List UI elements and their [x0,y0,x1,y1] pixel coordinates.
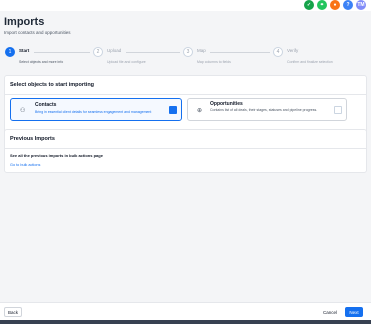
page-title: Imports [4,16,45,28]
check-icon[interactable]: ✓ [304,0,314,10]
step-title: Upload [107,48,122,53]
top-bar-actions: ✓ ⚭ ● ? TM [304,0,366,10]
step-title: Start [19,48,30,53]
step-number: 1 [5,47,15,57]
people-icon[interactable]: ⚭ [317,0,327,10]
divider [5,94,366,95]
step-connector [210,52,270,53]
option-title: Opportunities [210,101,243,107]
step-title: Map [197,48,206,53]
option-checkbox[interactable] [334,106,342,114]
option-contacts[interactable]: ⚇ Contacts Bring in essential client det… [10,98,182,121]
bulk-actions-link[interactable]: Go to bulk actions [10,163,40,167]
cancel-button[interactable]: Cancel [319,307,341,317]
previous-imports-text: See all the previous imports in bulk act… [10,153,103,158]
section-title: Previous Imports [10,136,55,142]
divider [5,148,366,149]
back-button[interactable]: Back [4,307,22,317]
funnel-icon: ⊕ [197,108,203,114]
step-number: 4 [273,47,283,57]
step-number: 2 [93,47,103,57]
step-number: 3 [183,47,193,57]
step-description: Confirm and finalize selection [287,60,333,64]
section-title: Select objects to start importing [10,82,95,88]
step-description: Select objects and more info [19,60,64,64]
previous-imports-card: Previous Imports See all the previous im… [4,129,367,173]
step-description: Map columns to fields [197,60,231,64]
step-connector [34,52,90,53]
step-description: Upload file and configure [107,60,146,64]
option-description: Bring in essential client details for se… [35,110,152,114]
option-opportunities[interactable]: ⊕ Opportunities Contains list of all dea… [187,98,347,121]
option-title: Contacts [35,102,57,108]
step-title: Verify [287,48,299,53]
user-icon: ⚇ [20,108,26,114]
option-description: Contains list of all deals, their stages… [210,108,318,112]
page-subtitle: Import contacts and opportunities [4,30,71,35]
footer-bar: Back Cancel Next [0,302,371,320]
top-bar: ✓ ⚭ ● ? TM [0,0,371,11]
stepper: 1 Start Select objects and more info 2 U… [0,44,371,68]
avatar[interactable]: TM [356,0,366,10]
step-connector [126,52,180,53]
help-icon[interactable]: ? [343,0,353,10]
bottom-strip [0,320,371,324]
option-checkbox[interactable] [169,106,177,114]
next-button[interactable]: Next [345,307,363,317]
bell-icon[interactable]: ● [330,0,340,10]
